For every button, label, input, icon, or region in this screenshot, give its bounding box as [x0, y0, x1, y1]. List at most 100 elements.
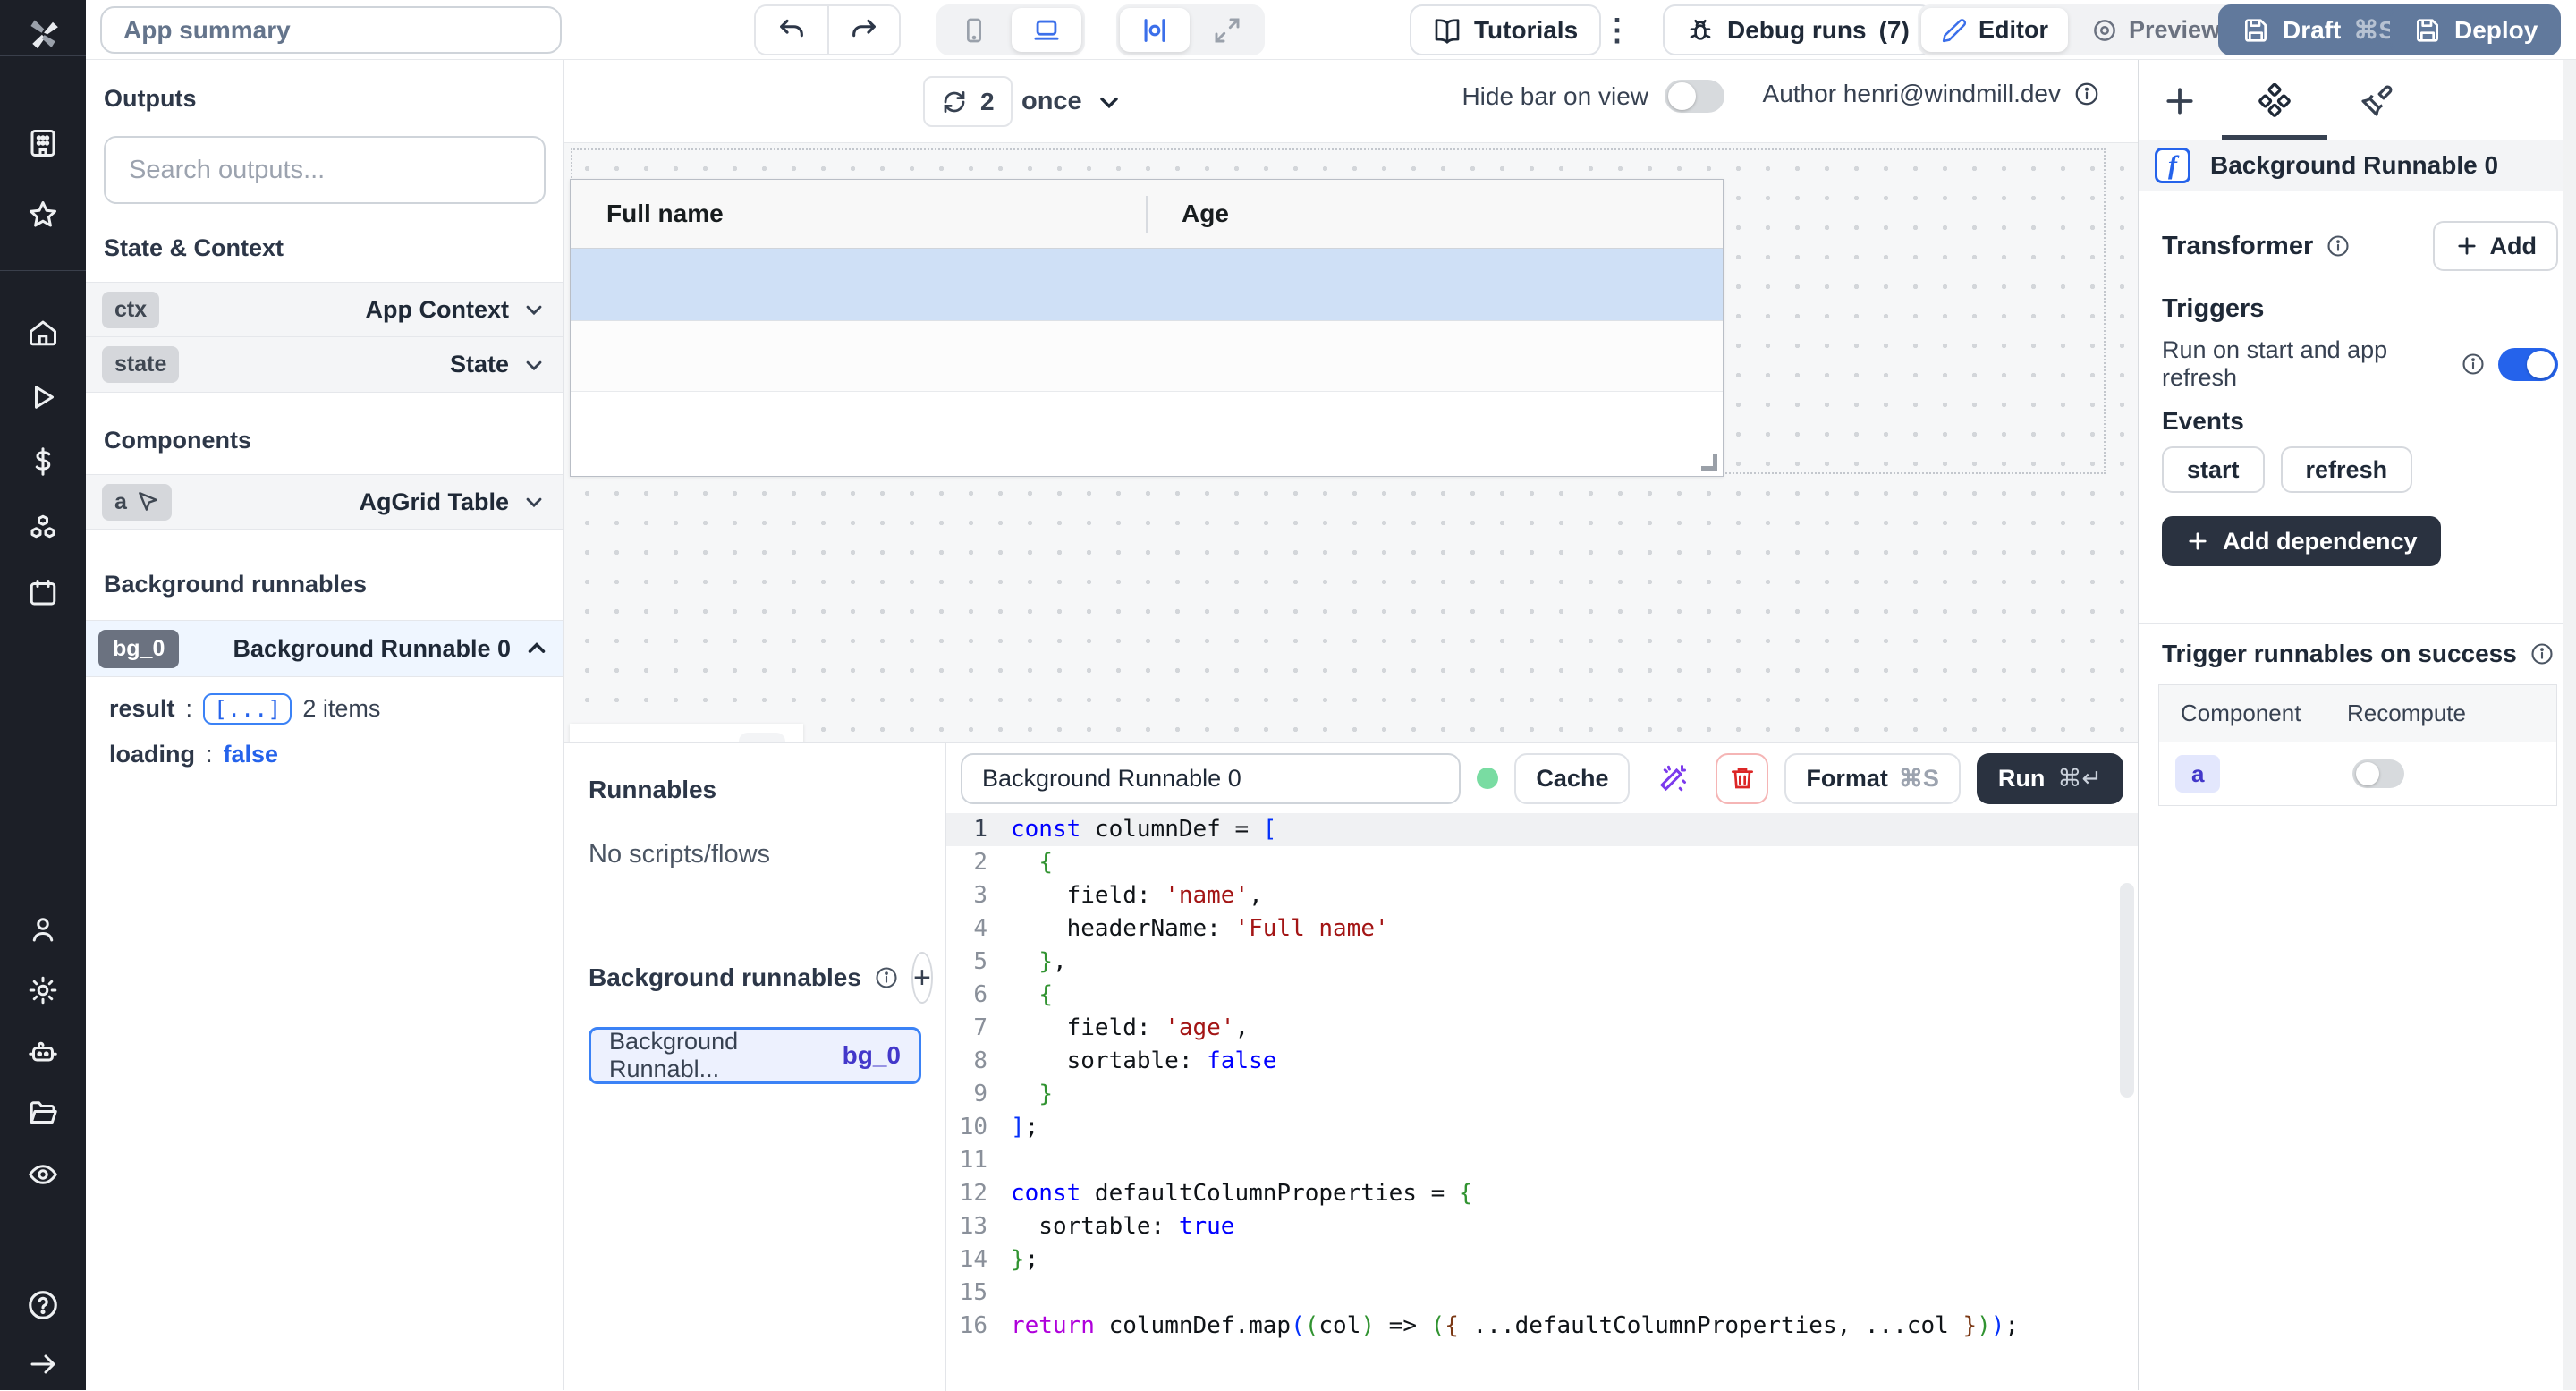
chevron-down-icon[interactable]	[521, 352, 547, 377]
editor-tab[interactable]: Editor	[1921, 8, 2068, 52]
ai-wand-button[interactable]	[1646, 753, 1699, 804]
ai-robot-icon[interactable]	[27, 1036, 59, 1068]
deploy-button[interactable]: Deploy	[2390, 4, 2561, 55]
code-area[interactable]: 1const columnDef = [2 {3 field: 'name',4…	[946, 813, 2138, 1391]
window-scrollbar[interactable]	[2563, 60, 2576, 1390]
collapse-arrow-icon[interactable]	[27, 1348, 59, 1380]
settings-gear-icon[interactable]	[27, 974, 59, 1006]
favorites-star-icon[interactable]	[27, 199, 59, 231]
code-line[interactable]: 16return columnDef.map((col) => ({ ...de…	[946, 1310, 2138, 1343]
result-expand-button[interactable]: [...]	[203, 693, 292, 725]
code-line[interactable]: 15	[946, 1276, 2138, 1310]
code-line[interactable]: 9 }	[946, 1078, 2138, 1111]
variables-dollar-icon[interactable]	[27, 445, 59, 478]
info-icon[interactable]	[2073, 81, 2100, 107]
tutorials-button[interactable]: Tutorials	[1410, 4, 1601, 55]
info-icon[interactable]	[874, 965, 899, 990]
code-line[interactable]: 8 sortable: false	[946, 1045, 2138, 1078]
editor-preview-toggle: Editor Preview	[1918, 4, 2243, 55]
refresh-mode-select[interactable]: once	[1021, 76, 1123, 127]
code-line[interactable]: 2 {	[946, 846, 2138, 879]
undo-button[interactable]	[756, 6, 827, 54]
component-diamonds-icon	[2257, 83, 2292, 119]
desktop-view-button[interactable]	[1012, 8, 1081, 52]
component-row-a[interactable]: a AgGrid Table	[86, 474, 563, 530]
event-pill-refresh[interactable]: refresh	[2281, 446, 2413, 493]
refresh-count-button[interactable]: 2	[923, 76, 1013, 127]
background-runnables-title: Background runnables	[104, 571, 563, 598]
aggrid-table-component[interactable]: Full name Age	[570, 179, 1724, 477]
chevron-up-icon[interactable]	[523, 635, 550, 662]
editor-scrollbar[interactable]	[2120, 883, 2134, 1098]
center-layout-button[interactable]	[1120, 8, 1190, 52]
code-line[interactable]: 3 field: 'name',	[946, 879, 2138, 912]
add-transformer-button[interactable]: Add	[2433, 221, 2558, 271]
app-canvas[interactable]: Full name Age − 100% +	[564, 143, 2138, 742]
resize-handle[interactable]	[1701, 454, 1717, 471]
runnables-empty-text: No scripts/flows	[589, 840, 920, 869]
output-row-state[interactable]: state State	[86, 337, 563, 393]
code-line[interactable]: 14};	[946, 1243, 2138, 1276]
search-outputs-input[interactable]	[104, 136, 546, 204]
add-runnable-button[interactable]: +	[911, 952, 933, 1004]
code-line[interactable]: 1const columnDef = [	[946, 813, 2138, 846]
code-line[interactable]: 12const defaultColumnProperties = {	[946, 1177, 2138, 1210]
runnable-item-selected[interactable]: Background Runnabl... bg_0	[589, 1027, 921, 1084]
runs-play-icon[interactable]	[27, 381, 59, 413]
add-dependency-button[interactable]: Add dependency	[2162, 516, 2441, 566]
output-row-ctx[interactable]: ctx App Context	[86, 282, 563, 337]
refresh-count: 2	[980, 88, 995, 116]
code-line[interactable]: 13 sortable: true	[946, 1210, 2138, 1243]
hide-bar-toggle[interactable]	[1665, 80, 1724, 113]
column-separator[interactable]	[1146, 196, 1148, 233]
zoom-in-button[interactable]: +	[739, 733, 785, 743]
cache-button[interactable]: Cache	[1514, 753, 1630, 804]
components-title: Components	[104, 427, 563, 454]
info-icon[interactable]	[2326, 233, 2351, 259]
help-icon[interactable]	[26, 1288, 60, 1322]
info-icon[interactable]	[2529, 641, 2555, 666]
schedules-calendar-icon[interactable]	[27, 577, 59, 609]
column-header-full-name[interactable]: Full name	[571, 199, 724, 228]
bg-runnable-row[interactable]: bg_0 Background Runnable 0	[86, 620, 563, 677]
run-on-start-toggle[interactable]	[2498, 348, 2558, 381]
folder-icon[interactable]	[27, 1097, 59, 1129]
home-icon[interactable]	[27, 317, 59, 349]
draft-button[interactable]: Draft ⌘S	[2218, 4, 2419, 55]
code-line[interactable]: 4 headerName: 'Full name'	[946, 912, 2138, 946]
info-icon[interactable]	[2461, 352, 2486, 377]
more-menu-button[interactable]: ⋮	[1597, 9, 1637, 52]
code-line[interactable]: 7 field: 'age',	[946, 1012, 2138, 1045]
runnable-name-input[interactable]	[961, 753, 1461, 804]
code-line[interactable]: 6 {	[946, 979, 2138, 1012]
column-header-age[interactable]: Age	[1182, 199, 1229, 228]
format-button[interactable]: Format ⌘S	[1784, 753, 1961, 804]
draft-label: Draft	[2283, 16, 2341, 45]
insert-component-tab[interactable]	[2155, 76, 2205, 126]
event-pill-start[interactable]: start	[2162, 446, 2265, 493]
windmill-logo-icon[interactable]	[23, 14, 63, 54]
mobile-view-button[interactable]	[940, 8, 1008, 52]
apps-icon[interactable]	[27, 127, 59, 159]
app-summary-input[interactable]	[100, 6, 562, 54]
eye-icon[interactable]	[27, 1158, 59, 1191]
table-row-selected[interactable]	[571, 249, 1723, 321]
preview-tab[interactable]: Preview	[2072, 8, 2240, 52]
recompute-toggle[interactable]	[2352, 759, 2404, 788]
user-icon[interactable]	[27, 913, 59, 946]
table-row[interactable]	[571, 321, 1723, 392]
chevron-down-icon[interactable]	[521, 489, 547, 514]
debug-runs-button[interactable]: Debug runs (7)	[1663, 4, 1933, 55]
code-line[interactable]: 11	[946, 1144, 2138, 1177]
styling-tab[interactable]	[2351, 76, 2402, 126]
chevron-down-icon[interactable]	[521, 297, 547, 322]
zoom-out-button[interactable]: −	[588, 733, 634, 743]
code-line[interactable]: 5 },	[946, 946, 2138, 979]
redo-button[interactable]	[827, 6, 899, 54]
delete-button[interactable]	[1716, 753, 1769, 804]
expand-layout-button[interactable]	[1193, 8, 1261, 52]
run-button[interactable]: Run ⌘↵	[1977, 753, 2123, 804]
settings-components-tab[interactable]	[2250, 76, 2300, 126]
code-line[interactable]: 10];	[946, 1111, 2138, 1144]
resources-cubes-icon[interactable]	[27, 512, 59, 544]
